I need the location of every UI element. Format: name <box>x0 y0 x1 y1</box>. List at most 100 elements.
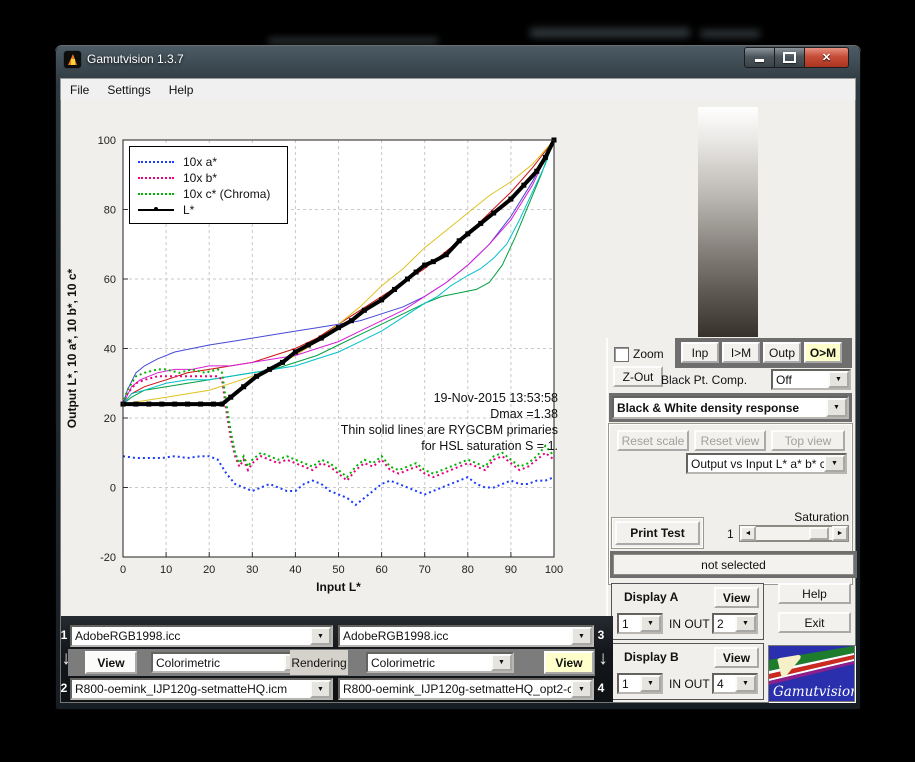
svg-text:10: 10 <box>160 564 172 576</box>
intent-right-select[interactable]: Colorimetric <box>366 652 514 673</box>
background-artifact <box>530 28 690 38</box>
slider-left-arrow-icon[interactable] <box>740 526 756 541</box>
svg-text:60: 60 <box>375 564 387 576</box>
svg-text:19-Nov-2015 13:53:58: 19-Nov-2015 13:53:58 <box>434 391 558 405</box>
display-b-group: Display B View 1 IN OUT 4 <box>611 643 764 700</box>
selection-status-frame: not selected <box>610 551 857 578</box>
response-chart: 0102030405060708090100-20020406080100Inp… <box>61 100 581 610</box>
menu-bar: FileSettingsHelp <box>60 78 856 102</box>
display-b-view-button[interactable]: View <box>714 647 759 668</box>
display-b-title: Display B <box>624 650 679 664</box>
profile-3-select[interactable]: AdobeRGB1998.icc <box>338 625 594 647</box>
svg-text:80: 80 <box>462 564 474 576</box>
display-b-in-select[interactable]: 1 <box>617 673 663 694</box>
display-a-inout-label: IN OUT <box>669 617 710 631</box>
io-button-im[interactable]: I>M <box>722 342 760 363</box>
io-button-om[interactable]: O>M <box>804 342 842 363</box>
svg-text:90: 90 <box>505 564 517 576</box>
display-a-view-button[interactable]: View <box>714 587 759 608</box>
dropdown-arrow-icon[interactable] <box>640 615 661 632</box>
slider-thumb[interactable] <box>809 527 829 540</box>
reset-view-button[interactable]: Reset view <box>694 430 766 451</box>
title-bar[interactable]: Gamutvision 1.3.7 ✕ <box>55 45 861 75</box>
svg-text:50: 50 <box>332 564 344 576</box>
svg-text:Dmax =1.38: Dmax =1.38 <box>490 407 558 421</box>
svg-text:100: 100 <box>545 564 563 576</box>
zoom-checkbox[interactable] <box>614 347 629 362</box>
close-button[interactable]: ✕ <box>805 47 849 68</box>
svg-text:40: 40 <box>104 344 116 356</box>
dropdown-arrow-icon[interactable] <box>310 627 331 645</box>
help-button[interactable]: Help <box>778 583 851 604</box>
dropdown-arrow-icon[interactable] <box>826 398 847 417</box>
dropdown-arrow-icon[interactable] <box>824 455 845 472</box>
exit-button[interactable]: Exit <box>778 612 851 633</box>
dropdown-arrow-icon[interactable] <box>735 615 756 632</box>
profile-1-select[interactable]: AdobeRGB1998.icc <box>70 625 333 647</box>
svg-text:-20: -20 <box>100 552 116 564</box>
slot-1-label: 1 <box>59 628 69 642</box>
view-left-button[interactable]: View <box>85 651 137 674</box>
z-out-button[interactable]: Z-Out <box>613 366 663 387</box>
display-a-group: Display A View 1 IN OUT 2 <box>611 583 764 640</box>
maximize-icon <box>783 52 796 63</box>
dropdown-arrow-icon[interactable] <box>640 675 661 692</box>
slider-track[interactable] <box>756 526 832 541</box>
minimize-button[interactable] <box>744 47 775 68</box>
svg-text:Output L*, 10 a*, 10 b*, 10 c*: Output L*, 10 a*, 10 b*, 10 c* <box>65 268 79 428</box>
svg-text:20: 20 <box>104 413 116 425</box>
dropdown-arrow-icon[interactable] <box>310 680 331 698</box>
svg-text:40: 40 <box>289 564 301 576</box>
print-test-button[interactable]: Print Test <box>615 521 700 545</box>
maximize-button[interactable] <box>775 47 805 68</box>
view-right-button[interactable]: View <box>544 651 594 674</box>
display-a-in-select[interactable]: 1 <box>617 613 663 634</box>
menu-item-help[interactable]: Help <box>160 79 203 101</box>
client-area: 0102030405060708090100-20020406080100Inp… <box>60 100 856 703</box>
io-button-inp[interactable]: Inp <box>681 342 719 363</box>
display-b-out-select[interactable]: 4 <box>712 673 758 694</box>
saturation-slider[interactable] <box>739 525 849 542</box>
gamutvision-logo: Gamutvision <box>768 645 855 702</box>
app-icon <box>64 51 81 68</box>
close-icon: ✕ <box>822 51 831 64</box>
dropdown-arrow-icon[interactable] <box>828 371 849 388</box>
svg-text:0: 0 <box>120 564 126 576</box>
slider-right-arrow-icon[interactable] <box>832 526 848 541</box>
reset-scale-button[interactable]: Reset scale <box>617 430 689 451</box>
dropdown-arrow-icon[interactable] <box>735 675 756 692</box>
black-pt-comp-label: Black Pt. Comp. <box>661 373 747 387</box>
down-arrow-icon <box>596 648 610 670</box>
black-pt-comp-select[interactable]: Off <box>771 369 851 390</box>
slot-3-label: 3 <box>596 628 606 642</box>
menu-item-settings[interactable]: Settings <box>98 79 159 101</box>
dropdown-arrow-icon[interactable] <box>491 654 512 671</box>
background-artifact <box>700 30 760 38</box>
io-button-frame: InpI>MOutpO>M <box>675 338 852 368</box>
slot-2-label: 2 <box>59 681 69 695</box>
density-combo-frame: Black & White density response <box>609 393 852 422</box>
svg-text:20: 20 <box>203 564 215 576</box>
profile-4-select[interactable]: R800-oemink_IJP120g-setmatteHQ_opt2-col+… <box>338 678 594 700</box>
display-a-out-select[interactable]: 2 <box>712 613 758 634</box>
intent-left-select[interactable]: Colorimetric <box>151 652 307 673</box>
logo-text-svg: Gamutvision <box>773 684 854 700</box>
profile-2-select[interactable]: R800-oemink_IJP120g-setmatteHQ.icm <box>70 678 333 700</box>
plot-type-select[interactable]: Output vs Input L* a* b* c* <box>686 453 847 474</box>
svg-text:70: 70 <box>419 564 431 576</box>
dropdown-arrow-icon[interactable] <box>571 627 592 645</box>
saturation-value: 1 <box>727 527 734 541</box>
saturation-label: Saturation <box>771 510 849 524</box>
svg-text:0: 0 <box>110 483 116 495</box>
grayscale-gradient-strip <box>698 107 758 337</box>
io-button-outp[interactable]: Outp <box>763 342 801 363</box>
svg-text:60: 60 <box>104 274 116 286</box>
svg-text:30: 30 <box>246 564 258 576</box>
top-view-button[interactable]: Top view <box>771 430 845 451</box>
menu-item-file[interactable]: File <box>61 79 98 101</box>
zoom-checkbox-label: Zoom <box>633 347 664 361</box>
density-response-select[interactable]: Black & White density response <box>612 396 849 419</box>
dropdown-arrow-icon[interactable] <box>571 680 592 698</box>
svg-text:100: 100 <box>98 135 116 147</box>
app-window: Gamutvision 1.3.7 ✕ FileSettingsHelp 010… <box>55 45 861 710</box>
